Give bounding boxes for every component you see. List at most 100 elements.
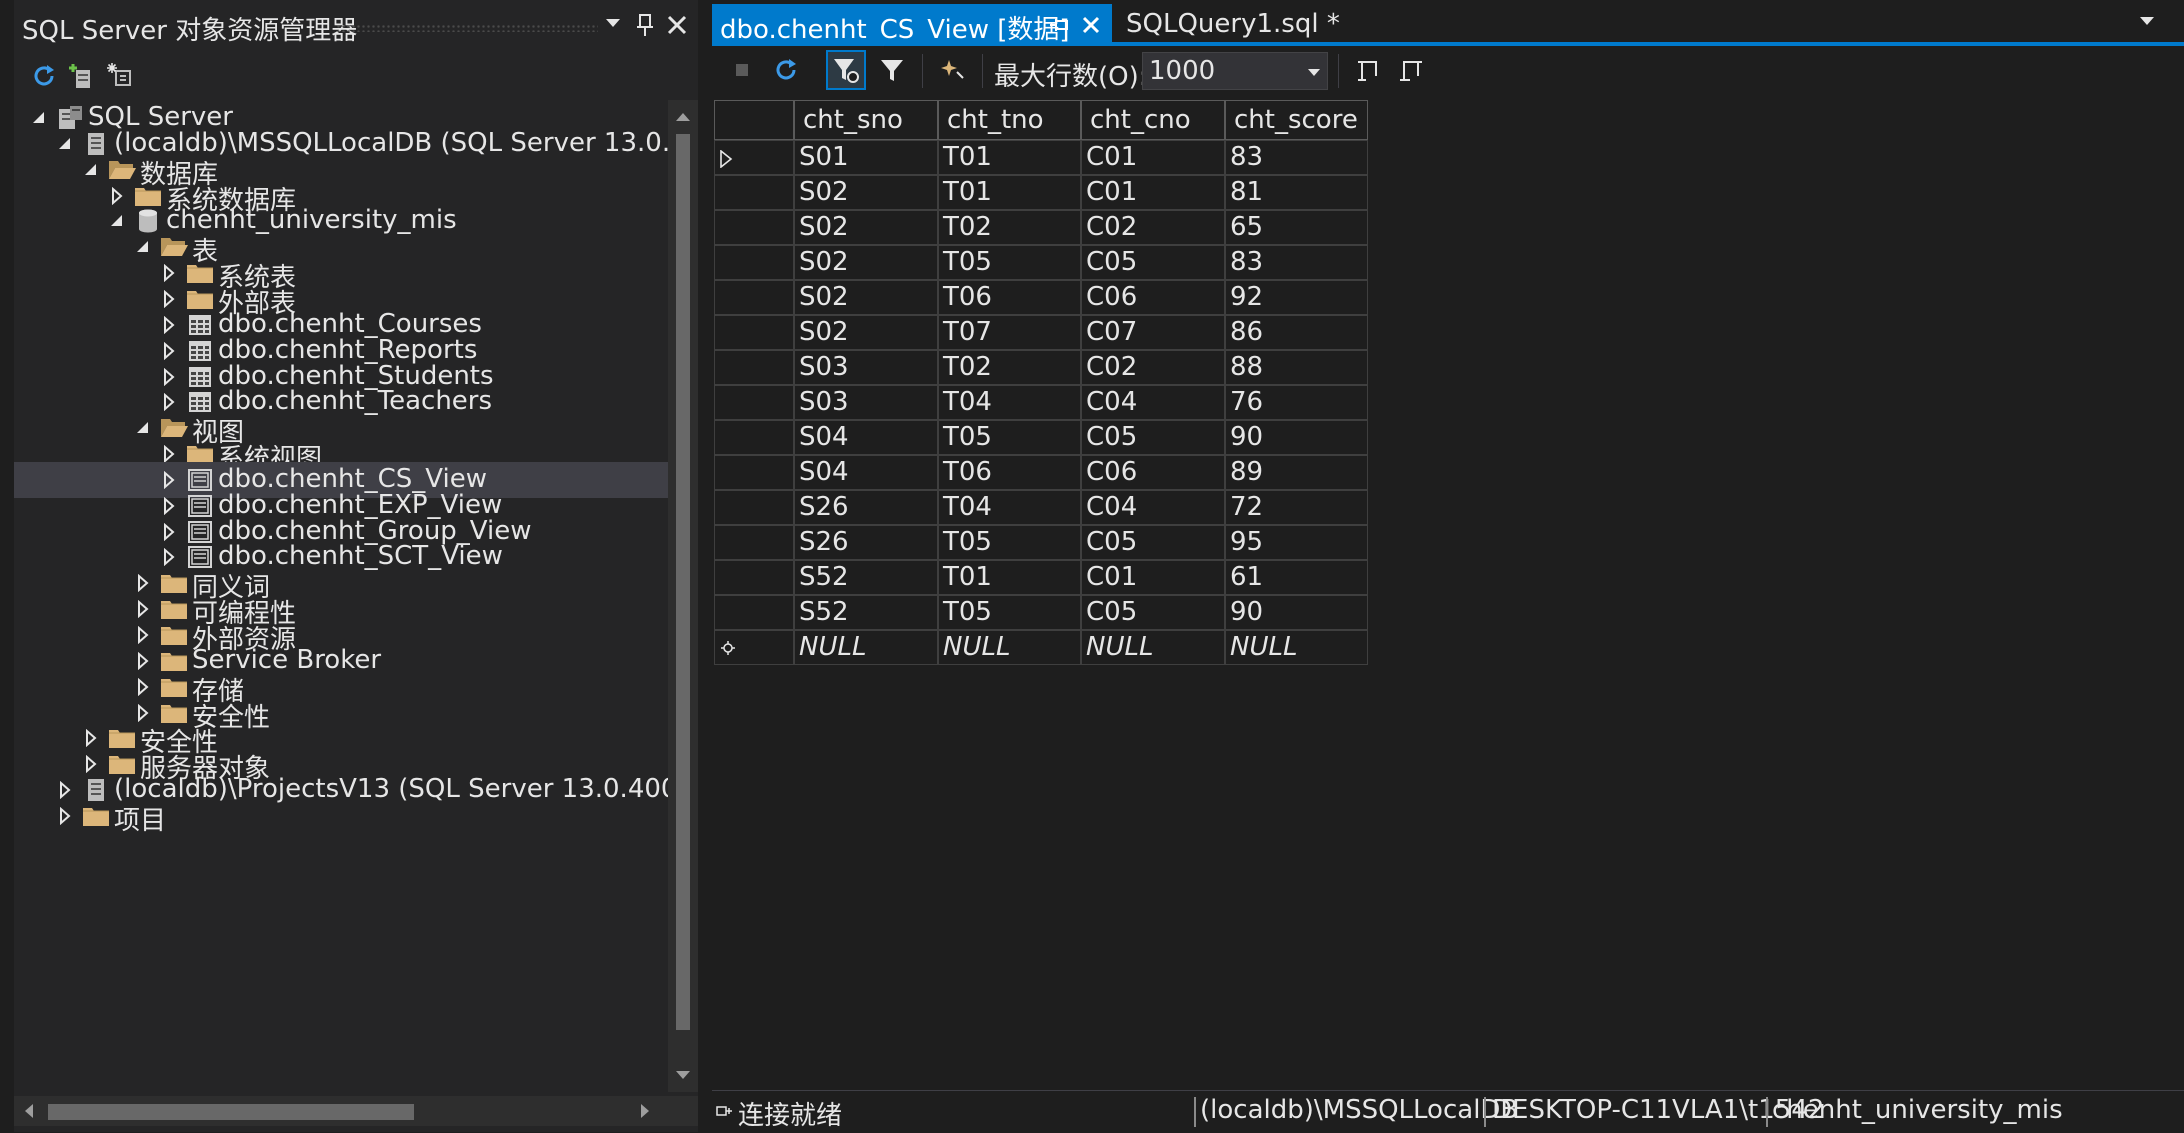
row-selector[interactable] — [714, 315, 794, 350]
grid-cell[interactable]: S26 — [794, 490, 938, 525]
table-row[interactable]: S02 T05 C05 83 — [714, 245, 1594, 280]
row-selector[interactable] — [714, 175, 794, 210]
grid-cell[interactable]: NULL — [794, 630, 938, 665]
apply-filter-button[interactable] — [826, 50, 866, 90]
script-button[interactable] — [934, 50, 974, 90]
row-selector[interactable] — [714, 140, 794, 175]
row-selector[interactable] — [714, 245, 794, 280]
max-rows-select[interactable]: 1000 — [1142, 52, 1328, 90]
collapse-arrow-icon[interactable] — [134, 419, 152, 437]
row-selector[interactable] — [714, 385, 794, 420]
grid-cell[interactable]: S03 — [794, 385, 938, 420]
table-row[interactable]: S26 T04 C04 72 — [714, 490, 1594, 525]
tab-cs-view-data[interactable]: dbo.chenht_CS_View [数据] — [712, 4, 1112, 45]
show-all-button[interactable] — [102, 58, 138, 94]
table-row[interactable]: S02 T06 C06 92 — [714, 280, 1594, 315]
row-selector[interactable] — [714, 420, 794, 455]
grid-cell[interactable]: 89 — [1225, 455, 1368, 490]
expand-arrow-icon[interactable] — [134, 574, 152, 592]
row-selector[interactable] — [714, 490, 794, 525]
stop-button[interactable] — [722, 50, 762, 90]
grid-cell[interactable]: C05 — [1081, 595, 1225, 630]
collapse-arrow-icon[interactable] — [134, 238, 152, 256]
expand-arrow-icon[interactable] — [134, 626, 152, 644]
grid-cell[interactable]: S04 — [794, 455, 938, 490]
expand-arrow-icon[interactable] — [56, 807, 74, 825]
new-row[interactable]: NULL NULL NULL NULL — [714, 630, 1594, 665]
scroll-left-icon[interactable] — [24, 1104, 34, 1118]
expand-arrow-icon[interactable] — [160, 393, 178, 411]
row-selector[interactable] — [714, 560, 794, 595]
grid-cell[interactable]: S02 — [794, 315, 938, 350]
grid-cell[interactable]: S04 — [794, 420, 938, 455]
table-row[interactable]: S03 T04 C04 76 — [714, 385, 1594, 420]
grid-cell[interactable]: 81 — [1225, 175, 1368, 210]
column-header[interactable]: cht_tno — [938, 100, 1081, 140]
grid-cell[interactable]: 61 — [1225, 560, 1368, 595]
table-row[interactable]: S01 T01 C01 83 — [714, 140, 1594, 175]
table-row[interactable]: S52 T05 C05 90 — [714, 595, 1594, 630]
grid-cell[interactable]: T05 — [938, 595, 1081, 630]
grid-cell[interactable]: 83 — [1225, 245, 1368, 280]
grid-cell[interactable]: T04 — [938, 490, 1081, 525]
table-row[interactable]: S04 T06 C06 89 — [714, 455, 1594, 490]
collapse-arrow-icon[interactable] — [56, 135, 74, 153]
grid-cell[interactable]: T01 — [938, 560, 1081, 595]
grid-cell[interactable]: T02 — [938, 210, 1081, 245]
tree-node[interactable]: 项目 — [14, 798, 674, 836]
close-icon[interactable] — [664, 12, 690, 38]
grid-cell[interactable]: C01 — [1081, 560, 1225, 595]
expand-arrow-icon[interactable] — [160, 445, 178, 463]
table-row[interactable]: S04 T05 C05 90 — [714, 420, 1594, 455]
window-options-dropdown-icon[interactable] — [604, 16, 622, 30]
grid-cell[interactable]: C04 — [1081, 490, 1225, 525]
grid-cell[interactable]: T04 — [938, 385, 1081, 420]
expand-arrow-icon[interactable] — [160, 342, 178, 360]
grid-cell[interactable]: C02 — [1081, 350, 1225, 385]
row-selector[interactable] — [714, 350, 794, 385]
tree-horizontal-scrollbar[interactable] — [14, 1096, 698, 1126]
row-selector[interactable] — [714, 630, 794, 665]
refresh-button[interactable] — [26, 58, 62, 94]
grid-cell[interactable]: T05 — [938, 420, 1081, 455]
grid-cell[interactable]: NULL — [1081, 630, 1225, 665]
tab-overflow-dropdown-icon[interactable] — [2138, 14, 2156, 28]
grid-cell[interactable]: S01 — [794, 140, 938, 175]
grid-cell[interactable]: 83 — [1225, 140, 1368, 175]
collapse-arrow-icon[interactable] — [30, 109, 48, 127]
expand-arrow-icon[interactable] — [160, 264, 178, 282]
grid-cell[interactable]: 86 — [1225, 315, 1368, 350]
table-row[interactable]: S03 T02 C02 88 — [714, 350, 1594, 385]
expand-arrow-icon[interactable] — [160, 316, 178, 334]
grid-cell[interactable]: C05 — [1081, 245, 1225, 280]
filter-button[interactable] — [872, 50, 912, 90]
expand-arrow-icon[interactable] — [160, 497, 178, 515]
grid-cell[interactable]: 90 — [1225, 595, 1368, 630]
column-header[interactable]: cht_score — [1225, 100, 1368, 140]
tree-vertical-scroll-thumb[interactable] — [676, 134, 690, 1030]
grid-cell[interactable]: C06 — [1081, 280, 1225, 315]
grid-cell[interactable]: T02 — [938, 350, 1081, 385]
expand-arrow-icon[interactable] — [160, 471, 178, 489]
grid-corner-header[interactable] — [714, 100, 794, 140]
grid-cell[interactable]: S52 — [794, 560, 938, 595]
grid-cell[interactable]: S02 — [794, 280, 938, 315]
expand-arrow-icon[interactable] — [160, 290, 178, 308]
row-selector[interactable] — [714, 595, 794, 630]
expand-arrow-icon[interactable] — [134, 600, 152, 618]
script-object-button[interactable] — [1348, 50, 1388, 90]
collapse-arrow-icon[interactable] — [82, 161, 100, 179]
expand-arrow-icon[interactable] — [134, 652, 152, 670]
add-sql-server-button[interactable] — [64, 58, 100, 94]
grid-cell[interactable]: S02 — [794, 175, 938, 210]
grid-cell[interactable]: C04 — [1081, 385, 1225, 420]
grid-cell[interactable]: S02 — [794, 210, 938, 245]
tab-sqlquery1[interactable]: SQLQuery1.sql * — [1126, 9, 1340, 39]
grid-cell[interactable]: S52 — [794, 595, 938, 630]
tree-horizontal-scroll-thumb[interactable] — [48, 1104, 414, 1120]
grid-cell[interactable]: C01 — [1081, 140, 1225, 175]
grid-cell[interactable]: C01 — [1081, 175, 1225, 210]
expand-arrow-icon[interactable] — [134, 678, 152, 696]
expand-arrow-icon[interactable] — [82, 755, 100, 773]
column-header[interactable]: cht_sno — [794, 100, 938, 140]
